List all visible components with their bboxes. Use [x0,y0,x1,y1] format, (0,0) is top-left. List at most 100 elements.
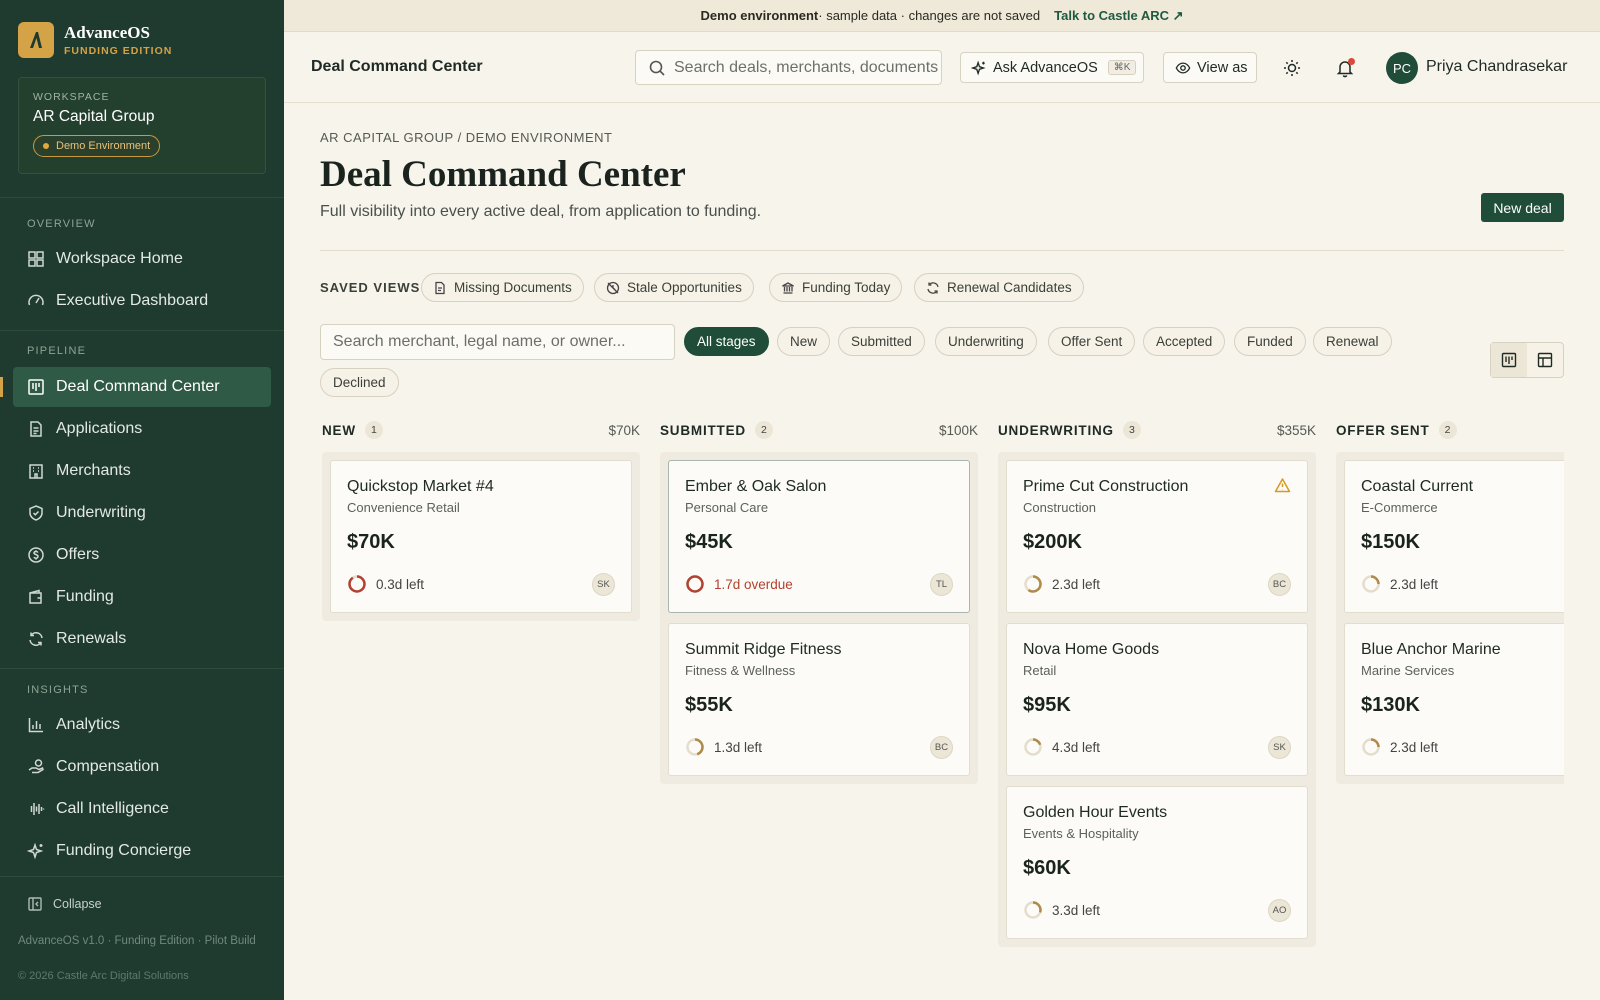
column-title: UNDERWRITING [998,422,1114,438]
sla-status: 2.3d left [1361,737,1438,757]
deal-card[interactable]: Coastal Current E-Commerce $150K 2.3d left [1344,460,1564,613]
deal-card[interactable]: Nova Home Goods Retail $95K 4.3d left SK [1006,623,1308,776]
stage-filter-underwriting[interactable]: Underwriting [935,327,1037,356]
sidebar-item-call-intelligence[interactable]: Call Intelligence [13,789,271,829]
sidebar-item-funding-concierge[interactable]: Funding Concierge [13,831,271,871]
sidebar-item-merchants[interactable]: Merchants [13,451,271,491]
owner-avatar[interactable]: BC [930,736,953,759]
column-header: UNDERWRITING 3 $355K [998,418,1316,442]
sla-progress-ring-icon [686,738,704,756]
kanban-icon [1501,352,1517,368]
sidebar-item-applications[interactable]: Applications [13,409,271,449]
sla-status: 2.3d left [1023,574,1100,594]
merchant-category: Personal Care [685,500,769,515]
sla-progress-ring-icon [686,575,704,593]
saved-views-label: SAVED VIEWS [320,280,421,295]
sla-status: 1.3d left [685,737,762,757]
sidebar-item-label: Merchants [56,462,131,479]
ask-advanceos-button[interactable]: Ask AdvanceOS ⌘K [960,52,1144,83]
stage-filter-funded[interactable]: Funded [1234,327,1306,356]
view-as-button[interactable]: View as [1163,52,1257,83]
sidebar-item-workspace-home[interactable]: Workspace Home [13,239,271,279]
global-search-input[interactable]: Search deals, merchants, documents [635,50,942,85]
sidebar-item-executive-dashboard[interactable]: Executive Dashboard [13,281,271,321]
sidebar-item-label: Analytics [56,716,121,733]
demo-banner: Demo environment · sample data · changes… [284,0,1600,32]
notifications-button[interactable] [1334,57,1356,79]
theme-toggle-button[interactable] [1281,57,1303,79]
deal-card[interactable]: Summit Ridge Fitness Fitness & Wellness $5… [668,623,970,776]
owner-avatar[interactable]: TL [930,573,953,596]
deal-card[interactable]: Prime Cut Construction Construction $200K 2… [1006,460,1308,613]
deal-card[interactable]: Quickstop Market #4 Convenience Retail $70… [330,460,632,613]
page-subtitle: Full visibility into every active deal, … [320,203,762,220]
stage-filter-all-stages[interactable]: All stages [684,327,769,356]
refresh-icon [927,281,939,294]
saved-view-missing-documents[interactable]: Missing Documents [421,273,584,302]
sidebar-item-deal-command-center[interactable]: Deal Command Center [13,367,271,407]
deal-amount: $150K [1361,531,1420,553]
sidebar-divider [0,330,284,331]
sla-progress-ring-icon [348,575,366,593]
sla-progress-ring-icon [1024,575,1042,593]
new-deal-button[interactable]: New deal [1481,193,1564,222]
sidebar-item-label: Offers [56,546,100,563]
stage-filter-declined[interactable]: Declined [320,368,399,397]
refresh-icon [29,632,43,646]
topbar-title: Deal Command Center [311,58,483,75]
sidebar-item-underwriting[interactable]: Underwriting [13,493,271,533]
brand[interactable]: AdvanceOS FUNDING EDITION [18,22,172,58]
board-view-toggle [1490,342,1564,378]
kanban-view-button[interactable] [1491,343,1527,377]
merchant-category: Convenience Retail [347,500,460,515]
sidebar-item-compensation[interactable]: Compensation [13,747,271,787]
collapse-sidebar-button[interactable]: Collapse [27,896,102,912]
merchant-search-input[interactable]: Search merchant, legal name, or owner... [320,324,675,360]
status-dot-icon [43,143,49,149]
sidebar-item-offers[interactable]: Offers [13,535,271,575]
pipeline-column-submitted: SUBMITTED 2 $100K Ember & Oak Salon Personal… [660,418,978,784]
sidebar: AdvanceOS FUNDING EDITION WORKSPACE AR C… [0,0,284,1000]
merchant-name: Ember & Oak Salon [685,478,827,495]
collapse-label: Collapse [53,897,102,911]
stage-filter-renewal[interactable]: Renewal [1313,327,1392,356]
copyright: © 2026 Castle Arc Digital Solutions [18,970,189,982]
saved-view-renewal-candidates[interactable]: Renewal Candidates [914,273,1084,302]
table-icon [1537,352,1553,368]
sidebar-item-analytics[interactable]: Analytics [13,705,271,745]
user-name[interactable]: Priya Chandrasekar [1426,58,1567,76]
owner-avatar[interactable]: AO [1268,899,1291,922]
merchant-category: Retail [1023,663,1057,678]
merchant-category: Fitness & Wellness [685,663,796,678]
stage-filter-new[interactable]: New [777,327,831,356]
deal-card[interactable]: Golden Hour Events Events & Hospitality $6… [1006,786,1308,939]
stage-filter-offer-sent[interactable]: Offer Sent [1048,327,1136,356]
deal-card[interactable]: Blue Anchor Marine Marine Services $130K 2.… [1344,623,1564,776]
gauge-icon [28,294,44,306]
notification-dot [1348,58,1355,65]
stage-filter-submitted[interactable]: Submitted [838,327,925,356]
workspace-switcher[interactable]: WORKSPACE AR Capital Group Demo Environm… [18,77,266,174]
saved-view-funding-today[interactable]: Funding Today [769,273,903,302]
deal-amount: $130K [1361,694,1420,716]
workspace-label: WORKSPACE [33,91,110,103]
owner-avatar[interactable]: BC [1268,573,1291,596]
workspace-name: AR Capital Group [33,108,155,125]
avatar[interactable]: PC [1386,52,1418,84]
advanceos-logo-icon [18,22,54,58]
table-view-button[interactable] [1527,343,1563,377]
saved-view-stale-opportunities[interactable]: Stale Opportunities [594,273,754,302]
audio-wave-icon [30,803,45,815]
stage-filter-accepted[interactable]: Accepted [1143,327,1226,356]
nav-section-insights: INSIGHTS [27,684,89,696]
column-body: Ember & Oak Salon Personal Care $45K 1.7d o… [660,452,978,784]
sidebar-item-funding[interactable]: Funding [13,577,271,617]
demo-environment-label: Demo Environment [56,140,151,152]
keyboard-shortcut: ⌘K [1107,60,1137,75]
owner-avatar[interactable]: SK [1268,736,1291,759]
wallet-icon [29,589,42,604]
sidebar-item-renewals[interactable]: Renewals [13,619,271,659]
deal-card[interactable]: Ember & Oak Salon Personal Care $45K 1.7d o… [668,460,970,613]
owner-avatar[interactable]: SK [592,573,615,596]
talk-to-castle-arc-link[interactable]: Talk to Castle ARC ↗ [1054,8,1183,24]
